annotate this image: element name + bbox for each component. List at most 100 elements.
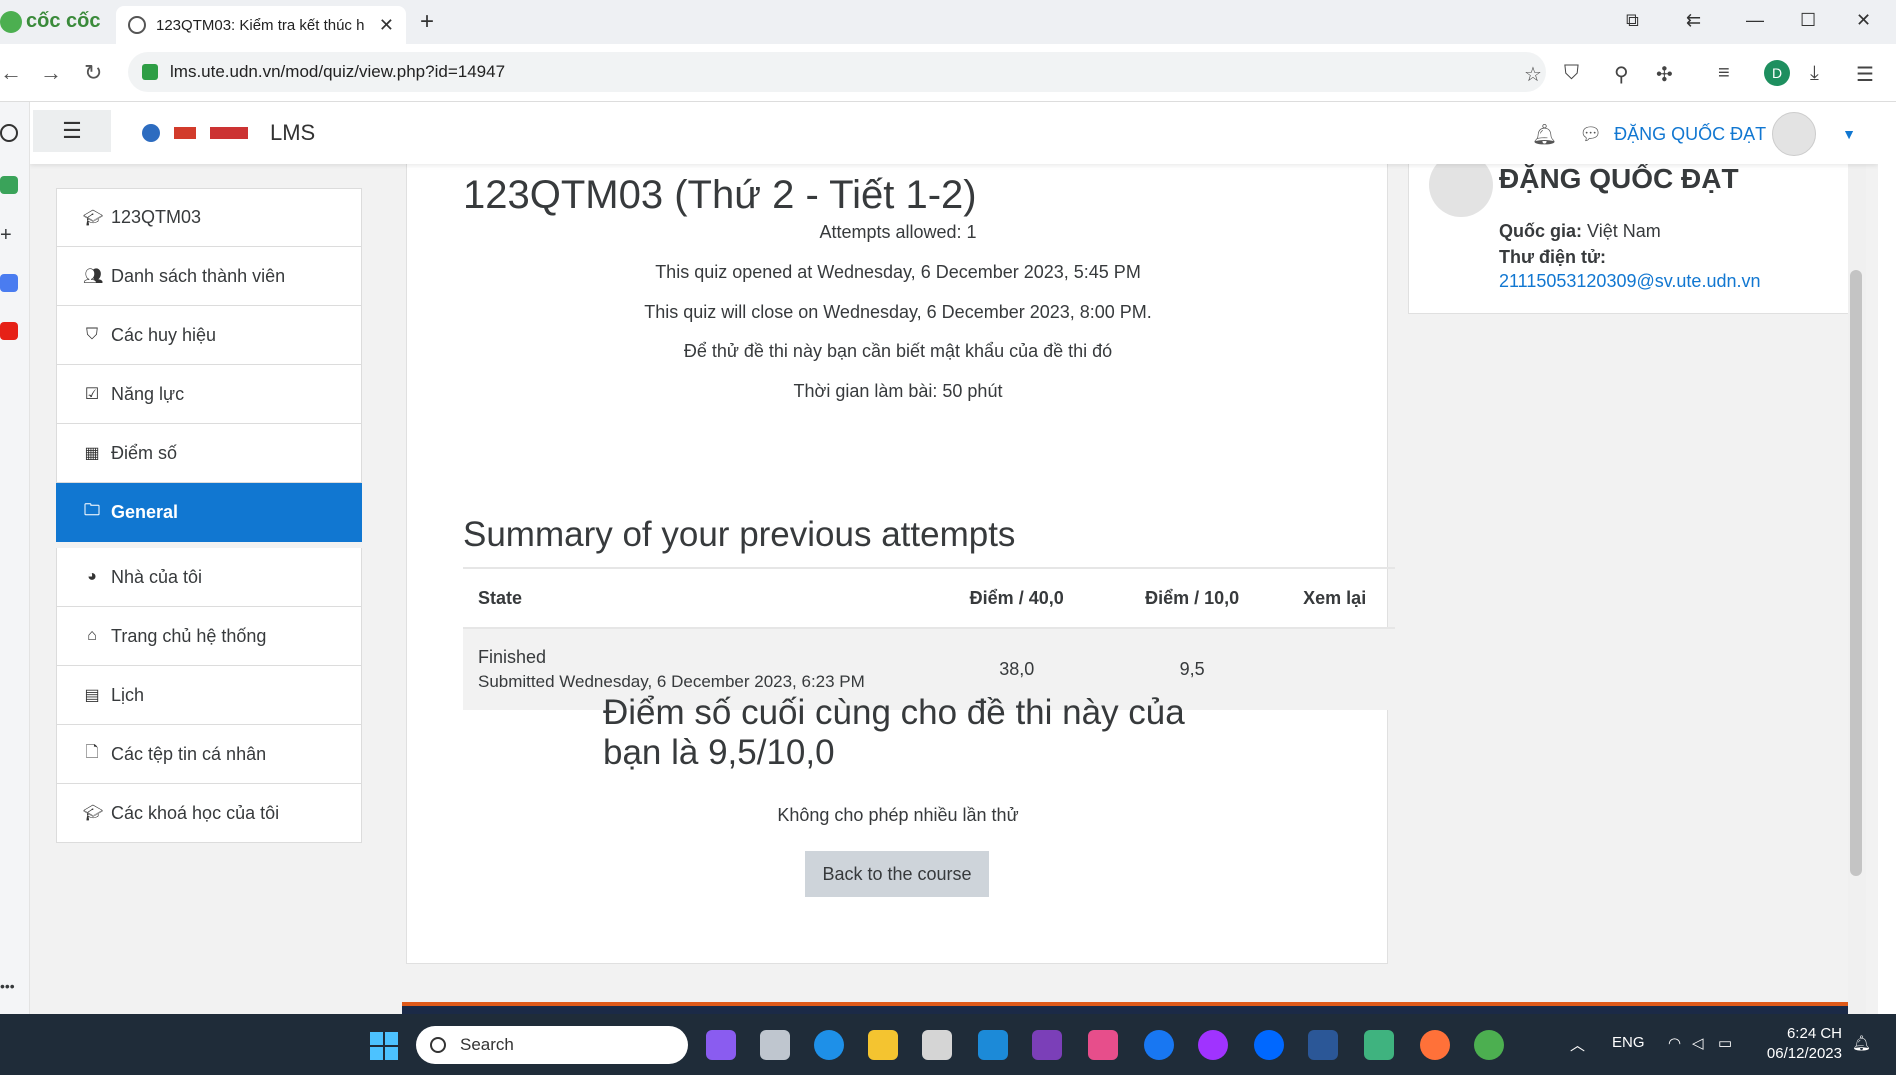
quiz-main-region: 123QTM03 (Thứ 2 - Tiết 1-2) Attempts all… bbox=[406, 132, 1395, 964]
wifi-icon[interactable]: ◠ bbox=[1668, 1034, 1681, 1052]
user-country: Quốc gia: Việt Nam bbox=[1499, 221, 1661, 242]
user-email-label-line: Thư điện tử: bbox=[1499, 247, 1606, 268]
zalo-icon[interactable] bbox=[1254, 1030, 1284, 1060]
folder-icon: 🗀 bbox=[83, 501, 100, 519]
email-label: Thư điện tử: bbox=[1499, 247, 1607, 267]
scrollbar-thumb[interactable] bbox=[1850, 270, 1862, 876]
minimize-button[interactable]: — bbox=[1746, 10, 1764, 31]
checkbox-icon: ☑ bbox=[84, 386, 100, 403]
back-arrow-icon[interactable]: ⇇ bbox=[1686, 10, 1701, 31]
address-toolbar: ← → ↻ lms.ute.udn.vn/mod/quiz/view.php?i… bbox=[0, 44, 1896, 102]
close-tab-icon[interactable]: ✕ bbox=[379, 15, 394, 36]
maximize-button[interactable]: ☐ bbox=[1800, 10, 1816, 31]
taskbar-clock[interactable]: 6:24 CH 06/12/2023 bbox=[1764, 1024, 1842, 1064]
user-menu-name[interactable]: ĐẶNG QUỐC ĐẠT bbox=[1614, 124, 1766, 145]
nav-item[interactable]: ⌂ Trang chủ hệ thống bbox=[56, 607, 362, 666]
close-window-button[interactable]: ✕ bbox=[1856, 10, 1871, 31]
nav-item[interactable]: 🎓︎ 123QTM03 bbox=[56, 188, 362, 247]
facebook-icon[interactable] bbox=[1144, 1030, 1174, 1060]
notification-bell-icon[interactable]: 🔔︎ bbox=[1852, 1034, 1871, 1052]
vscode-icon[interactable] bbox=[978, 1030, 1008, 1060]
forward-icon[interactable]: → bbox=[40, 60, 62, 86]
tray-chevron-up-icon[interactable]: ︿ bbox=[1570, 1034, 1585, 1055]
download-icon[interactable]: ⤓ bbox=[1810, 62, 1819, 85]
messenger-icon[interactable] bbox=[1198, 1030, 1228, 1060]
hamburger-menu-button[interactable]: ☰ bbox=[33, 110, 111, 152]
course-nav-drawer: 🎓︎ 123QTM03 👥︎ Danh sách thành viên ⛉ Các huy… bbox=[56, 188, 362, 843]
shield-icon[interactable]: ⛉ bbox=[1564, 62, 1579, 85]
chat-icon[interactable]: 💬︎ bbox=[1579, 124, 1602, 145]
clock-time: 6:24 CH bbox=[1786, 1025, 1842, 1042]
nav-item-label: Danh sách thành viên bbox=[111, 265, 286, 286]
graduation-cap-icon: 🎓︎ bbox=[83, 209, 104, 227]
nav-item-label: Điểm số bbox=[111, 442, 178, 463]
star-app-icon[interactable] bbox=[0, 274, 18, 292]
nav-item-label: Nhà của tôi bbox=[111, 566, 203, 587]
extensions-icon[interactable]: ✣ bbox=[1656, 62, 1673, 87]
attempt-review[interactable] bbox=[1274, 628, 1395, 710]
school-logos bbox=[142, 124, 248, 142]
edge-icon[interactable] bbox=[814, 1030, 844, 1060]
file-explorer-icon[interactable] bbox=[868, 1030, 898, 1060]
chevron-down-icon[interactable]: ▼ bbox=[1842, 126, 1856, 142]
nav-item-label: Các tệp tin cá nhân bbox=[111, 743, 267, 764]
new-tab-button[interactable]: + bbox=[420, 8, 434, 36]
back-to-course-button[interactable]: Back to the course bbox=[805, 851, 989, 897]
quiz-open-time: This quiz opened at Wednesday, 6 Decembe… bbox=[655, 262, 1141, 282]
nav-item[interactable]: 🗀 General bbox=[56, 483, 362, 542]
password-note: Để thử đề thi này bạn cần biết mật khẩu … bbox=[683, 341, 1113, 361]
jetbrains-icon[interactable] bbox=[1088, 1030, 1118, 1060]
browser-tab[interactable]: 123QTM03: Kiểm tra kết thúc h ✕ bbox=[116, 6, 406, 44]
nav-item-label: Lịch bbox=[111, 684, 145, 705]
col-review: Xem lại bbox=[1274, 567, 1395, 629]
footer-bar bbox=[402, 1002, 1860, 1014]
key-icon[interactable]: ⚲ bbox=[1614, 62, 1629, 87]
app-store-icon[interactable] bbox=[922, 1030, 952, 1060]
back-icon[interactable]: ← bbox=[0, 60, 22, 86]
user-email-link[interactable]: 21115053120309@sv.ute.udn.vn bbox=[1499, 271, 1760, 292]
nav-item[interactable]: ▦ Điểm số bbox=[56, 424, 362, 483]
playlist-icon[interactable]: ≡ bbox=[1718, 62, 1730, 85]
visual-studio-icon[interactable] bbox=[1032, 1030, 1062, 1060]
add-icon[interactable]: + bbox=[0, 225, 18, 245]
url-text: lms.ute.udn.vn/mod/quiz/view.php?id=1494… bbox=[170, 62, 506, 81]
nav-item[interactable]: ⛉ Các huy hiệu bbox=[56, 306, 362, 365]
quiz-close-time: This quiz will close on Wednesday, 6 Dec… bbox=[644, 302, 1152, 322]
nav-item-label: 123QTM03 bbox=[111, 207, 202, 227]
copilot-app-icon[interactable] bbox=[706, 1030, 736, 1060]
nav-item[interactable]: 👥︎ Danh sách thành viên bbox=[56, 247, 362, 306]
search-placeholder: Search bbox=[460, 1035, 514, 1054]
windows-start-icon[interactable] bbox=[370, 1032, 398, 1060]
address-bar[interactable]: lms.ute.udn.vn/mod/quiz/view.php?id=1494… bbox=[128, 52, 1546, 92]
country-value: Việt Nam bbox=[1587, 221, 1661, 241]
star-icon[interactable]: ☆ bbox=[1524, 62, 1542, 87]
summary-heading: Summary of your previous attempts bbox=[463, 515, 1016, 554]
menu-icon[interactable]: ☰ bbox=[1856, 62, 1874, 87]
volume-icon[interactable]: ◁ bbox=[1692, 1034, 1704, 1052]
nav-item[interactable]: ☑ Năng lực bbox=[56, 365, 362, 424]
history-icon[interactable] bbox=[0, 124, 18, 142]
nav-item[interactable]: ◕ Nhà của tôi bbox=[56, 548, 362, 607]
snipping-tool-icon[interactable] bbox=[1364, 1030, 1394, 1060]
col-score10: Điểm / 10,0 bbox=[1109, 567, 1275, 629]
battery-icon[interactable]: ▭ bbox=[1718, 1034, 1732, 1052]
nav-item[interactable]: 🗋 Các tệp tin cá nhân bbox=[56, 725, 362, 784]
nav-item[interactable]: 🎓︎ Các khoá học của tôi bbox=[56, 784, 362, 843]
task-view-icon[interactable] bbox=[760, 1030, 790, 1060]
youtube-icon[interactable] bbox=[0, 322, 18, 340]
reload-icon[interactable]: ↻ bbox=[84, 60, 102, 86]
language-indicator[interactable]: ENG bbox=[1612, 1034, 1645, 1051]
screen-capture-icon[interactable]: ⧉ bbox=[1626, 10, 1639, 31]
no-multiple-attempts: Không cho phép nhiều lần thử bbox=[777, 805, 1019, 825]
user-avatar[interactable] bbox=[1772, 112, 1817, 156]
profile-avatar[interactable]: D bbox=[1764, 60, 1790, 86]
firefox-icon[interactable] bbox=[1420, 1030, 1450, 1060]
word-icon[interactable] bbox=[1308, 1030, 1338, 1060]
coccoc-taskbar-icon[interactable] bbox=[1474, 1030, 1504, 1060]
bell-icon[interactable]: 🔔︎ bbox=[1532, 122, 1557, 147]
more-icon[interactable]: ••• bbox=[0, 978, 18, 996]
site-name[interactable]: LMS bbox=[270, 120, 315, 146]
taskbar-search[interactable]: Search bbox=[416, 1026, 688, 1064]
ai-icon[interactable] bbox=[0, 176, 18, 194]
nav-item[interactable]: ▤ Lịch bbox=[56, 666, 362, 725]
